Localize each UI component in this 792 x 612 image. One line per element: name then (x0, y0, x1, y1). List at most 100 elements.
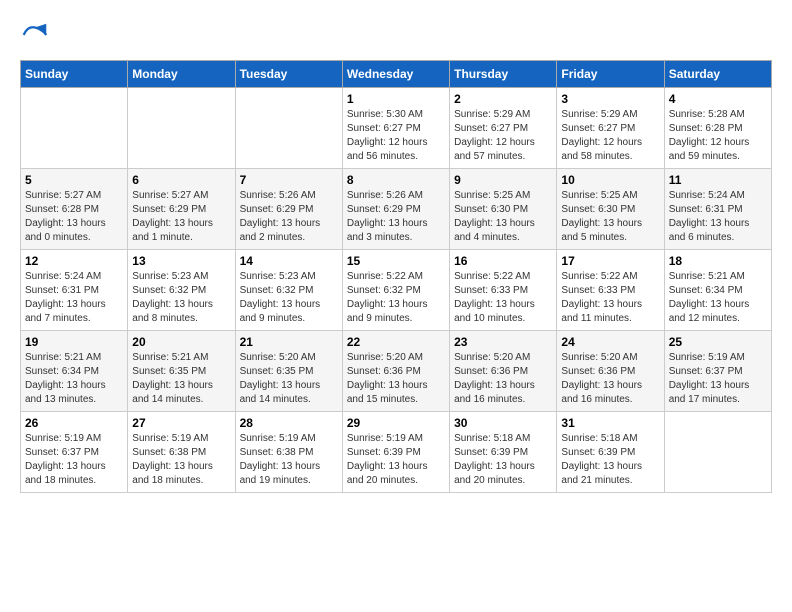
day-info: Sunrise: 5:18 AM Sunset: 6:39 PM Dayligh… (454, 432, 552, 488)
calendar-week-row: 12 Sunrise: 5:24 AM Sunset: 6:31 PM Dayli… (21, 250, 772, 331)
calendar-cell: 4 Sunrise: 5:28 AM Sunset: 6:28 PM Daylig… (664, 88, 771, 169)
calendar-header-thursday: Thursday (450, 61, 557, 88)
calendar-cell: 28Sunrise: 5:19 AM Sunset: 6:38 PM Dayli… (235, 412, 342, 493)
calendar-cell (235, 88, 342, 169)
day-number: 5 (25, 173, 123, 187)
day-number: 8 (347, 173, 445, 187)
calendar-cell (128, 88, 235, 169)
day-info: Sunrise: 5:23 AM Sunset: 6:32 PM Dayligh… (132, 270, 230, 326)
day-info: Sunrise: 5:19 AM Sunset: 6:38 PM Dayligh… (132, 432, 230, 488)
calendar-header-friday: Friday (557, 61, 664, 88)
calendar-cell: 25 Sunrise: 5:19 AM Sunset: 6:37 PM Dayli… (664, 331, 771, 412)
calendar-cell: 17 Sunrise: 5:22 AM Sunset: 6:33 PM Dayli… (557, 250, 664, 331)
calendar-table: SundayMondayTuesdayWednesdayThursdayFrid… (20, 60, 772, 493)
calendar-week-row: 26Sunrise: 5:19 AM Sunset: 6:37 PM Dayli… (21, 412, 772, 493)
day-info: Sunrise: 5:21 AM Sunset: 6:34 PM Dayligh… (669, 270, 767, 326)
calendar-week-row: 1Sunrise: 5:30 AM Sunset: 6:27 PM Daylig… (21, 88, 772, 169)
day-info: Sunrise: 5:29 AM Sunset: 6:27 PM Dayligh… (454, 108, 552, 164)
day-info: Sunrise: 5:22 AM Sunset: 6:32 PM Dayligh… (347, 270, 445, 326)
day-info: Sunrise: 5:19 AM Sunset: 6:37 PM Dayligh… (25, 432, 123, 488)
calendar-cell (664, 412, 771, 493)
day-number: 27 (132, 416, 230, 430)
calendar-header-saturday: Saturday (664, 61, 771, 88)
day-info: Sunrise: 5:30 AM Sunset: 6:27 PM Dayligh… (347, 108, 445, 164)
day-info: Sunrise: 5:20 AM Sunset: 6:35 PM Dayligh… (240, 351, 338, 407)
calendar-header-sunday: Sunday (21, 61, 128, 88)
page-header (20, 20, 772, 50)
day-info: Sunrise: 5:25 AM Sunset: 6:30 PM Dayligh… (561, 189, 659, 245)
day-number: 16 (454, 254, 552, 268)
day-number: 7 (240, 173, 338, 187)
day-number: 9 (454, 173, 552, 187)
calendar-cell (21, 88, 128, 169)
calendar-cell: 27 Sunrise: 5:19 AM Sunset: 6:38 PM Dayli… (128, 412, 235, 493)
day-info: Sunrise: 5:19 AM Sunset: 6:39 PM Dayligh… (347, 432, 445, 488)
day-info: Sunrise: 5:20 AM Sunset: 6:36 PM Dayligh… (561, 351, 659, 407)
day-number: 30 (454, 416, 552, 430)
day-info: Sunrise: 5:20 AM Sunset: 6:36 PM Dayligh… (347, 351, 445, 407)
day-info: Sunrise: 5:18 AM Sunset: 6:39 PM Dayligh… (561, 432, 659, 488)
calendar-cell: 9 Sunrise: 5:25 AM Sunset: 6:30 PM Daylig… (450, 169, 557, 250)
day-number: 4 (669, 92, 767, 106)
day-number: 29 (347, 416, 445, 430)
calendar-cell: 16 Sunrise: 5:22 AM Sunset: 6:33 PM Dayli… (450, 250, 557, 331)
day-number: 21 (240, 335, 338, 349)
day-info: Sunrise: 5:19 AM Sunset: 6:37 PM Dayligh… (669, 351, 767, 407)
day-info: Sunrise: 5:20 AM Sunset: 6:36 PM Dayligh… (454, 351, 552, 407)
day-number: 12 (25, 254, 123, 268)
day-info: Sunrise: 5:26 AM Sunset: 6:29 PM Dayligh… (347, 189, 445, 245)
day-number: 24 (561, 335, 659, 349)
logo-icon (20, 20, 50, 50)
day-info: Sunrise: 5:24 AM Sunset: 6:31 PM Dayligh… (25, 270, 123, 326)
day-number: 14 (240, 254, 338, 268)
day-number: 11 (669, 173, 767, 187)
day-info: Sunrise: 5:21 AM Sunset: 6:35 PM Dayligh… (132, 351, 230, 407)
day-info: Sunrise: 5:27 AM Sunset: 6:29 PM Dayligh… (132, 189, 230, 245)
calendar-cell: 15 Sunrise: 5:22 AM Sunset: 6:32 PM Dayli… (342, 250, 449, 331)
day-number: 25 (669, 335, 767, 349)
calendar-cell: 5 Sunrise: 5:27 AM Sunset: 6:28 PM Daylig… (21, 169, 128, 250)
calendar-cell: 23 Sunrise: 5:20 AM Sunset: 6:36 PM Dayli… (450, 331, 557, 412)
calendar-week-row: 5 Sunrise: 5:27 AM Sunset: 6:28 PM Daylig… (21, 169, 772, 250)
day-info: Sunrise: 5:26 AM Sunset: 6:29 PM Dayligh… (240, 189, 338, 245)
day-number: 18 (669, 254, 767, 268)
day-number: 20 (132, 335, 230, 349)
calendar-cell: 20 Sunrise: 5:21 AM Sunset: 6:35 PM Dayli… (128, 331, 235, 412)
day-number: 10 (561, 173, 659, 187)
day-info: Sunrise: 5:22 AM Sunset: 6:33 PM Dayligh… (454, 270, 552, 326)
calendar-header-monday: Monday (128, 61, 235, 88)
day-number: 15 (347, 254, 445, 268)
day-number: 22 (347, 335, 445, 349)
day-info: Sunrise: 5:24 AM Sunset: 6:31 PM Dayligh… (669, 189, 767, 245)
calendar-cell: 26Sunrise: 5:19 AM Sunset: 6:37 PM Dayli… (21, 412, 128, 493)
day-number: 17 (561, 254, 659, 268)
day-number: 2 (454, 92, 552, 106)
day-number: 31 (561, 416, 659, 430)
calendar-cell: 30 Sunrise: 5:18 AM Sunset: 6:39 PM Dayli… (450, 412, 557, 493)
calendar-cell: 12 Sunrise: 5:24 AM Sunset: 6:31 PM Dayli… (21, 250, 128, 331)
calendar-cell: 18 Sunrise: 5:21 AM Sunset: 6:34 PM Dayli… (664, 250, 771, 331)
calendar-cell: 14Sunrise: 5:23 AM Sunset: 6:32 PM Dayli… (235, 250, 342, 331)
calendar-cell: 31 Sunrise: 5:18 AM Sunset: 6:39 PM Dayli… (557, 412, 664, 493)
day-number: 13 (132, 254, 230, 268)
day-info: Sunrise: 5:21 AM Sunset: 6:34 PM Dayligh… (25, 351, 123, 407)
day-number: 6 (132, 173, 230, 187)
day-info: Sunrise: 5:22 AM Sunset: 6:33 PM Dayligh… (561, 270, 659, 326)
day-info: Sunrise: 5:29 AM Sunset: 6:27 PM Dayligh… (561, 108, 659, 164)
day-info: Sunrise: 5:25 AM Sunset: 6:30 PM Dayligh… (454, 189, 552, 245)
calendar-cell: 22 Sunrise: 5:20 AM Sunset: 6:36 PM Dayli… (342, 331, 449, 412)
calendar-cell: 24 Sunrise: 5:20 AM Sunset: 6:36 PM Dayli… (557, 331, 664, 412)
calendar-cell: 2 Sunrise: 5:29 AM Sunset: 6:27 PM Daylig… (450, 88, 557, 169)
day-info: Sunrise: 5:28 AM Sunset: 6:28 PM Dayligh… (669, 108, 767, 164)
day-number: 23 (454, 335, 552, 349)
calendar-cell: 19Sunrise: 5:21 AM Sunset: 6:34 PM Dayli… (21, 331, 128, 412)
calendar-header-tuesday: Tuesday (235, 61, 342, 88)
calendar-cell: 11 Sunrise: 5:24 AM Sunset: 6:31 PM Dayli… (664, 169, 771, 250)
day-number: 3 (561, 92, 659, 106)
calendar-cell: 1Sunrise: 5:30 AM Sunset: 6:27 PM Daylig… (342, 88, 449, 169)
logo (20, 20, 54, 50)
calendar-header-wednesday: Wednesday (342, 61, 449, 88)
day-info: Sunrise: 5:27 AM Sunset: 6:28 PM Dayligh… (25, 189, 123, 245)
calendar-cell: 10 Sunrise: 5:25 AM Sunset: 6:30 PM Dayli… (557, 169, 664, 250)
calendar-cell: 8 Sunrise: 5:26 AM Sunset: 6:29 PM Daylig… (342, 169, 449, 250)
